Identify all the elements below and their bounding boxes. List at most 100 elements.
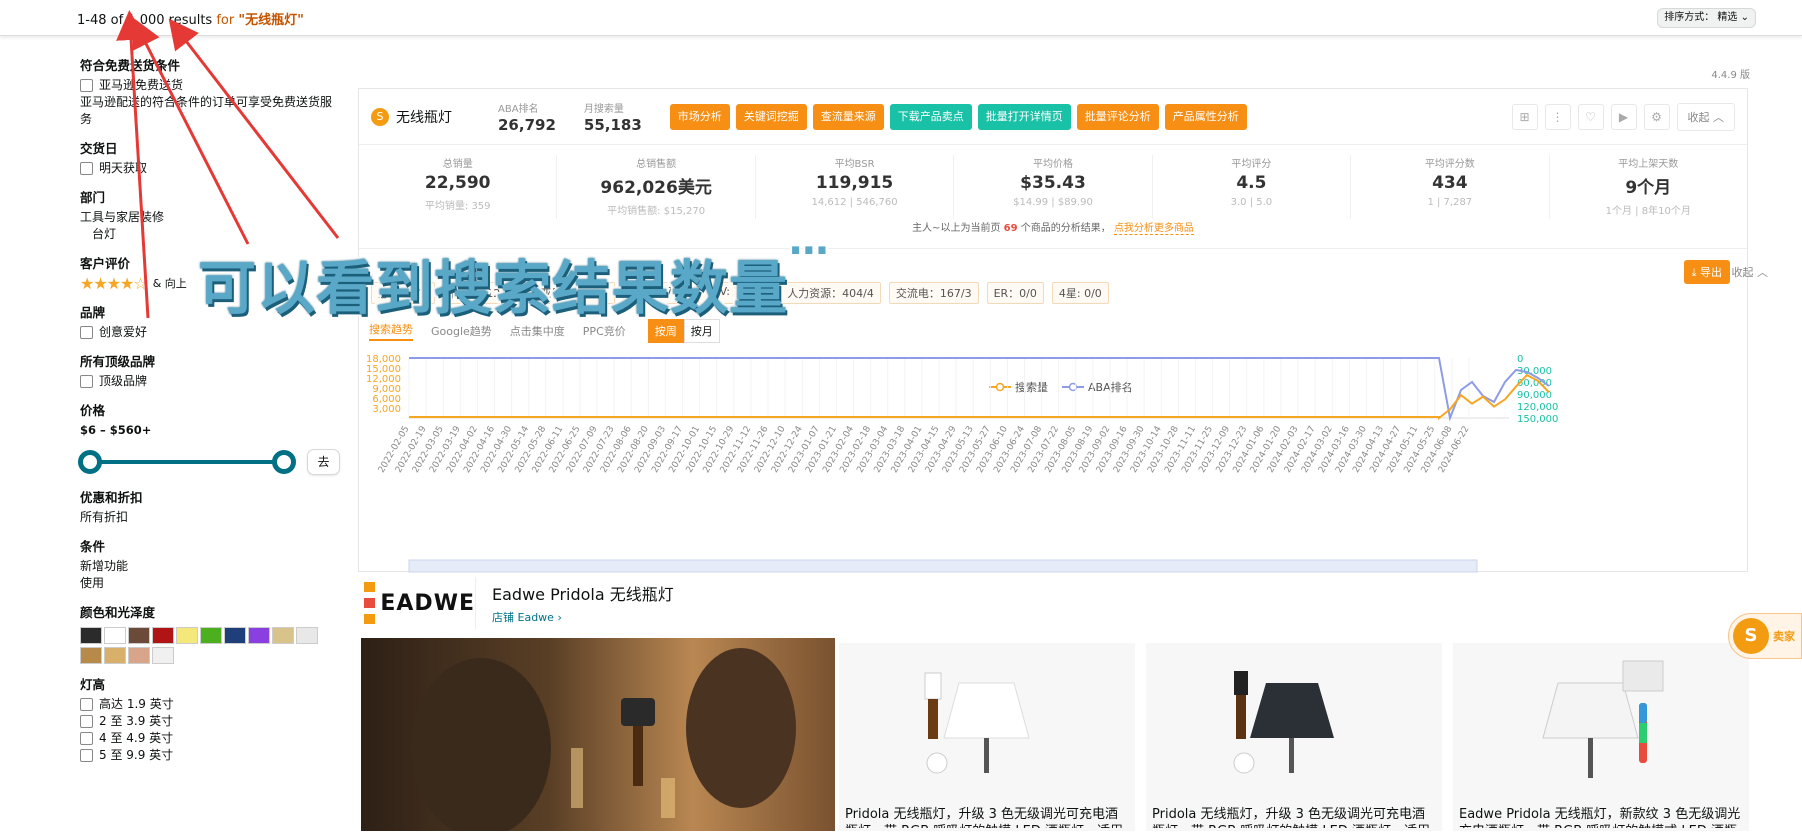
traffic-tag: ER：0/0 xyxy=(986,282,1044,304)
top-brand-filter[interactable]: 顶级品牌 xyxy=(80,373,340,390)
brand-store-link[interactable]: 店铺 Eadwe › xyxy=(492,609,674,625)
download-icon: ⤓ xyxy=(1691,266,1697,279)
height-filter[interactable]: 4 至 4.9 英寸 xyxy=(80,730,340,747)
delivery-filter[interactable]: 明天获取 xyxy=(80,160,340,177)
tab-click-concentration[interactable]: 点击集中度 xyxy=(510,323,565,339)
stat-value: 434 xyxy=(1432,173,1468,193)
slider-min-handle[interactable] xyxy=(78,450,102,474)
brand-products-row: Pridola 无线瓶灯，升级 3 色无级调光可充电酒瓶灯，带 RGB 呼吸灯的… xyxy=(361,638,1751,834)
stat-sub: $14.99 | $89.90 xyxy=(1013,197,1093,208)
stat-label: 总销量 xyxy=(442,159,473,170)
settings-icon[interactable]: ⚙ xyxy=(1643,103,1670,130)
condition-used[interactable]: 使用 xyxy=(80,575,340,592)
tab-ppc-bid[interactable]: PPC竞价 xyxy=(583,323,626,339)
product-title[interactable]: Pridola 无线瓶灯，升级 3 色无级调光可充电酒瓶灯，带 RGB 呼吸灯的… xyxy=(845,806,1129,828)
slider-max-handle[interactable] xyxy=(272,450,296,474)
color-swatch[interactable] xyxy=(248,627,270,644)
checkbox[interactable] xyxy=(80,375,93,388)
chart-collapse-button[interactable]: 收起 ︿ xyxy=(1732,264,1769,280)
color-swatch[interactable] xyxy=(80,647,102,664)
action-button[interactable]: 批量打开详情页 xyxy=(977,103,1071,130)
filter-label: 高达 1.9 英寸 xyxy=(99,697,174,711)
color-swatch[interactable] xyxy=(80,627,102,644)
brand-hero-image[interactable] xyxy=(361,638,835,834)
brand-name[interactable]: Eadwe Pridola 无线瓶灯 xyxy=(492,581,674,605)
stat-item: 平均价格 $35.43 $14.99 | $89.90 xyxy=(954,155,1153,219)
results-bar: 1-48 of 1,000 results for "无线瓶灯" 排序方式： 精… xyxy=(0,0,1802,36)
analyze-more-link[interactable]: 点我分析更多商品 xyxy=(1113,223,1194,235)
results-query: "无线瓶灯" xyxy=(238,13,304,28)
color-swatch[interactable] xyxy=(104,627,126,644)
action-button[interactable]: 批量评论分析 xyxy=(1076,103,1159,130)
keyword-label: 无线瓶灯 xyxy=(396,109,452,126)
color-swatch[interactable] xyxy=(152,627,174,644)
product-card[interactable]: Pridola 无线瓶灯，升级 3 色无级调光可充电酒瓶灯，带 RGB 呼吸灯的… xyxy=(839,643,1135,831)
height-filter[interactable]: 2 至 3.9 英寸 xyxy=(80,713,340,730)
product-card[interactable]: Pridola 无线瓶灯，升级 3 色无级调光可充电酒瓶灯，带 RGB 呼吸灯的… xyxy=(1146,643,1442,831)
price-slider[interactable]: 去 xyxy=(78,447,340,477)
checkbox[interactable] xyxy=(80,162,93,175)
color-swatch[interactable] xyxy=(224,627,246,644)
export-button[interactable]: ⤓ 导出 xyxy=(1683,260,1730,284)
plugin-version: 4.4.9 版 xyxy=(1711,70,1750,81)
collapse-button[interactable]: 收起 ︿ xyxy=(1676,102,1735,131)
color-swatch[interactable] xyxy=(128,647,150,664)
stat-item: 平均BSR 119,915 14,612 | 546,760 xyxy=(756,155,955,219)
annotation-caption: 可以看到搜索结果数量 xyxy=(195,252,789,325)
brand-filter[interactable]: 创意爱好 xyxy=(80,324,340,341)
checkbox[interactable] xyxy=(80,79,93,92)
stat-value: $35.43 xyxy=(1020,173,1086,193)
grid-icon[interactable]: ⊞ xyxy=(1511,103,1538,130)
star-rating-icon: ★★★★☆ xyxy=(80,274,148,293)
stat-sub: 1 | 7,287 xyxy=(1427,197,1473,208)
checkbox[interactable] xyxy=(80,715,93,728)
brand-logo[interactable]: EADWE xyxy=(358,577,476,629)
price-go-button[interactable]: 去 xyxy=(307,449,340,475)
product-title[interactable]: Pridola 无线瓶灯，升级 3 色无级调光可充电酒瓶灯，带 RGB 呼吸灯的… xyxy=(1152,806,1436,828)
action-button[interactable]: 下载产品卖点 xyxy=(889,103,972,130)
action-button[interactable]: 产品属性分析 xyxy=(1164,103,1247,130)
department-heading: 部门 xyxy=(80,190,106,205)
height-filter[interactable]: 5 至 9.9 英寸 xyxy=(80,747,340,764)
stats-row: 总销量 22,590 平均销量: 359 总销售额 962,026美元 平均销售额: $1… xyxy=(359,145,1747,219)
action-button[interactable]: 市场分析 xyxy=(669,103,730,130)
tab-google-trend[interactable]: Google趋势 xyxy=(431,323,492,339)
sort-dropdown[interactable]: 排序方式： 精选 ⌄ xyxy=(1657,8,1756,28)
filter-sidebar: 符合免费送货条件 亚马逊免费送货 亚马逊配送的符合条件的订单可享受免费送货服务 … xyxy=(78,55,340,764)
checkbox[interactable] xyxy=(80,732,93,745)
product-card[interactable]: Eadwe Pridola 无线瓶灯，新款纹 3 色无级调光充电酒瓶灯，带 RG… xyxy=(1453,643,1749,831)
condition-new[interactable]: 新增功能 xyxy=(80,558,340,575)
color-swatch[interactable] xyxy=(176,627,198,644)
free-shipping-filter[interactable]: 亚马逊免费送货 xyxy=(80,77,340,94)
stat-item: 平均上架天数 9个月 1个月 | 8年10个月 xyxy=(1550,155,1747,219)
checkbox[interactable] xyxy=(80,326,93,339)
color-swatch[interactable] xyxy=(128,627,150,644)
color-swatch[interactable] xyxy=(152,647,174,664)
stat-value: 22,590 xyxy=(424,173,491,193)
color-swatch[interactable] xyxy=(272,627,294,644)
product-title[interactable]: Eadwe Pridola 无线瓶灯，新款纹 3 色无级调光充电酒瓶灯，带 RG… xyxy=(1459,806,1743,828)
video-icon[interactable]: ▶ xyxy=(1610,103,1637,130)
color-swatch[interactable] xyxy=(296,627,318,644)
filter-label: 亚马逊免费送货 xyxy=(99,78,184,92)
stat-item: 平均评分 4.5 3.0 | 5.0 xyxy=(1153,155,1352,219)
panel-tools: ⊞ ⋮ ♡ ▶ ⚙ 收起 ︿ xyxy=(1511,102,1735,131)
action-button[interactable]: 关键词挖掘 xyxy=(735,103,807,130)
seller-assistant-badge[interactable]: S 卖家 xyxy=(1728,613,1802,659)
action-button[interactable]: 查流量来源 xyxy=(812,103,884,130)
more-icon[interactable]: ⋮ xyxy=(1544,103,1571,130)
stat-sub: 3.0 | 5.0 xyxy=(1230,197,1273,208)
checkbox[interactable] xyxy=(80,698,93,711)
checkbox[interactable] xyxy=(80,749,93,762)
deals-option[interactable]: 所有折扣 xyxy=(80,509,340,526)
color-swatch[interactable] xyxy=(200,627,222,644)
height-filter[interactable]: 高达 1.9 英寸 xyxy=(80,696,340,713)
chevron-up-icon: ︿ xyxy=(1713,110,1724,124)
color-swatch[interactable] xyxy=(104,647,126,664)
brand-logo-text: EADWE xyxy=(380,590,475,616)
heart-icon[interactable]: ♡ xyxy=(1577,103,1604,130)
stat-item: 平均评分数 434 1 | 7,287 xyxy=(1351,155,1550,219)
filter-label: 2 至 3.9 英寸 xyxy=(99,714,174,728)
white-lamp-image xyxy=(924,672,1030,774)
department-parent[interactable]: 工具与家居装修 xyxy=(80,209,340,226)
